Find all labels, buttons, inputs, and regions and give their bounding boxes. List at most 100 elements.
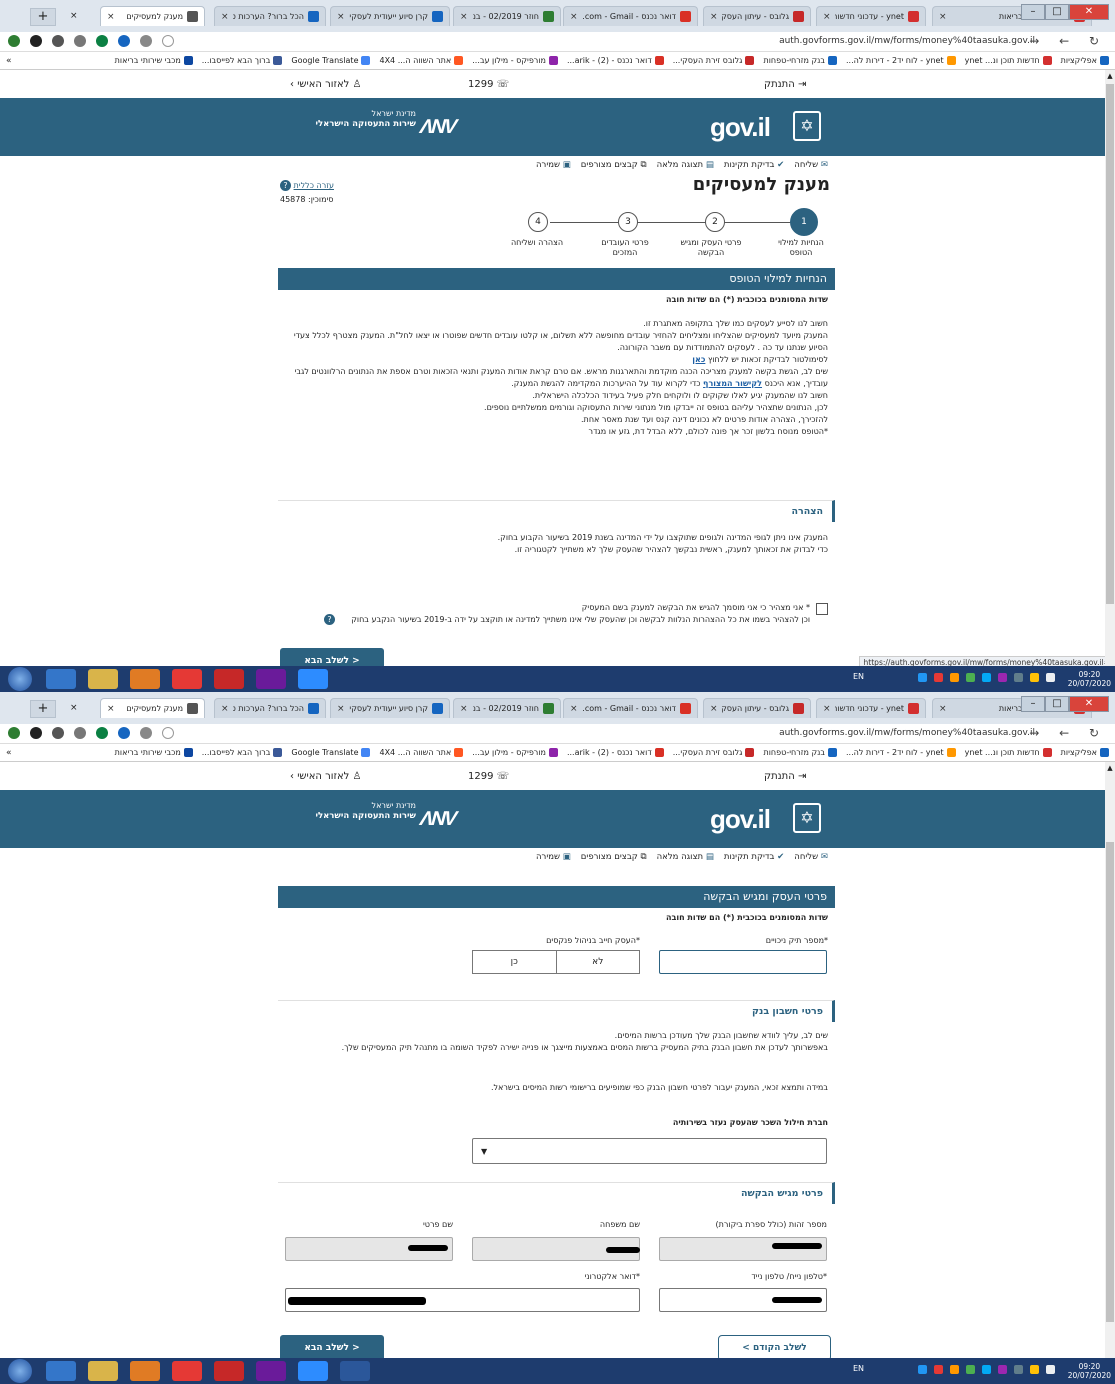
browser-tab[interactable]: מענק למעסיקים × [100,6,205,26]
tray-icon[interactable] [998,1365,1007,1374]
save-button[interactable]: ▣ שמירה [536,160,571,170]
url-field[interactable]: auth.govforms.gov.il/mw/forms/money%40ta… [779,728,1035,738]
tray-icon[interactable] [1030,673,1039,682]
personal-area-link[interactable]: ‹ לאזור האישי ♙ [290,79,362,90]
close-window-icon[interactable]: ✕ [1069,696,1109,712]
validate-button[interactable]: ✔ בדיקת תקינות [724,852,784,862]
explorer-icon[interactable] [88,1361,118,1381]
volume-icon[interactable] [1046,673,1055,682]
send-button[interactable]: ✉ שליחה [794,160,828,170]
star-icon[interactable] [162,727,174,739]
tray-icon[interactable] [934,1365,943,1374]
tab-close-icon[interactable]: × [337,704,345,714]
bookmarks-overflow-icon[interactable]: » [6,56,12,66]
browser-tab[interactable]: קרן סיוע ייעודית לעסקים ב × [330,6,450,26]
browser-tab[interactable]: ynet - עדכוני חדשות × [816,6,926,26]
url-field[interactable]: auth.govforms.gov.il/mw/forms/money%40ta… [779,36,1035,46]
tab-close-icon[interactable]: × [939,704,947,714]
browser-tab[interactable]: גלובס - עיתון העסקים של× [703,6,811,26]
close-icon[interactable]: × [70,703,78,713]
maximize-icon[interactable]: □ [1045,696,1069,712]
page-scrollbar[interactable]: ▲ [1105,762,1115,1362]
minimize-icon[interactable]: – [1021,4,1045,20]
extension-icon[interactable] [96,727,108,739]
tab-close-icon[interactable]: × [460,12,468,22]
browser-tab[interactable]: קרן סיוע ייעודית לעסקים ב × [330,698,450,718]
bookmark-item[interactable]: אתר השווה ה... 4X4 [379,52,464,69]
scroll-thumb[interactable] [1106,84,1114,604]
browser-tab[interactable]: דואר נכנס - mail.com - Gmail × [563,698,698,718]
clock[interactable]: 09:20 20/07/2020 [1068,670,1111,688]
help-icon[interactable]: ? [324,614,335,625]
bookmark-item[interactable]: ברוך הבא לפייסבו... [202,744,283,761]
bookmark-item[interactable]: חדשות תוכן ונ... ynet [965,744,1052,761]
maximize-icon[interactable]: □ [1045,4,1069,20]
browser-tab[interactable]: ynet - עדכוני חדשות × [816,698,926,718]
full-view-button[interactable]: ▤ תצוגה מלאה [657,852,714,862]
bookmark-item[interactable]: בנק מזרחי-טפחות [763,52,837,69]
tray-icon[interactable] [966,1365,975,1374]
tray-icon[interactable] [998,673,1007,682]
key-icon[interactable] [52,727,64,739]
browser-tab[interactable]: חוזר 02/2019 - בנושא הורו × [453,6,561,26]
bookmark-item[interactable]: גלובס זירת העסקי... [673,744,755,761]
step-4-circle[interactable]: 4 [528,212,548,232]
tab-close-icon[interactable]: × [570,704,578,714]
bookmark-item[interactable]: דואר נכנס - (2) - arik... [567,744,664,761]
tab-close-icon[interactable]: × [710,12,718,22]
extension-icon[interactable] [96,35,108,47]
bookmark-item[interactable]: מכבי שירותי בריאות [115,744,193,761]
tray-icon[interactable] [918,673,927,682]
bookmark-item[interactable]: Google Translate [291,744,371,761]
step-3-circle[interactable]: 3 [618,212,638,232]
tab-close-icon[interactable]: × [939,12,947,22]
bookmark-item[interactable]: חדשות תוכן ונ... ynet [965,52,1052,69]
simulator-link[interactable]: כאן [692,355,705,364]
browser-tab[interactable]: הכל ברור? הערכות טכניה × [214,6,326,26]
browser-tab[interactable]: דואר נכנס - mail.com - Gmail × [563,6,698,26]
tray-icon[interactable] [1014,673,1023,682]
bookmarks-overflow-icon[interactable]: » [6,748,12,758]
zoom-icon[interactable] [298,669,328,689]
logout-button[interactable]: התנתק ⇥ [764,771,806,782]
declaration-checkbox[interactable] [816,603,828,615]
validate-button[interactable]: ✔ בדיקת תקינות [724,160,784,170]
extension-icon[interactable] [30,35,42,47]
payroll-company-select[interactable]: ▼ [472,1138,827,1164]
tab-close-icon[interactable]: × [460,704,468,714]
explorer-icon[interactable] [88,669,118,689]
bookmark-item[interactable]: אתר השווה ה... 4X4 [379,744,464,761]
scroll-thumb[interactable] [1106,842,1114,1322]
bookkeeping-yes-option[interactable]: כן [473,951,556,973]
gov-il-logo[interactable]: gov.il [710,804,771,835]
bookmark-item[interactable]: אפליקציות [1061,52,1109,69]
app-icon[interactable] [256,669,286,689]
new-tab-button[interactable]: + [30,700,56,718]
bookmark-item[interactable]: אפליקציות [1061,744,1109,761]
tab-close-icon[interactable]: × [823,704,831,714]
outlook-icon[interactable] [130,669,160,689]
bookmark-item[interactable]: בנק מזרחי-טפחות [763,744,837,761]
tray-icon[interactable] [918,1365,927,1374]
close-window-icon[interactable]: ✕ [1069,4,1109,20]
full-view-button[interactable]: ▤ תצוגה מלאה [657,160,714,170]
gov-il-logo[interactable]: gov.il [710,112,771,143]
browser-tab[interactable]: הכל ברור? הערכות טכניה × [214,698,326,718]
save-button[interactable]: ▣ שמירה [536,852,571,862]
start-button[interactable] [8,1359,32,1383]
extension-icon[interactable] [118,35,130,47]
puzzle-icon[interactable] [74,727,86,739]
outlook-icon[interactable] [130,1361,160,1381]
app-icon[interactable] [214,1361,244,1381]
browser-tab[interactable]: חוזר 02/2019 - בנושא הורו × [453,698,561,718]
bookmark-item[interactable]: ynet - לוח יד2 - דירות לה... [846,744,956,761]
clock[interactable]: 09:20 20/07/2020 [1068,1362,1111,1380]
bookmark-item[interactable]: ynet - לוח יד2 - דירות לה... [846,52,956,69]
zoom-icon[interactable] [298,1361,328,1381]
start-button[interactable] [8,667,32,691]
tray-icon[interactable] [950,673,959,682]
tray-icon[interactable] [982,1365,991,1374]
tray-icon[interactable] [982,673,991,682]
help-link[interactable]: עזרה כללית ? [280,180,334,191]
nav-buttons[interactable]: → ← ↻ [1029,726,1107,740]
